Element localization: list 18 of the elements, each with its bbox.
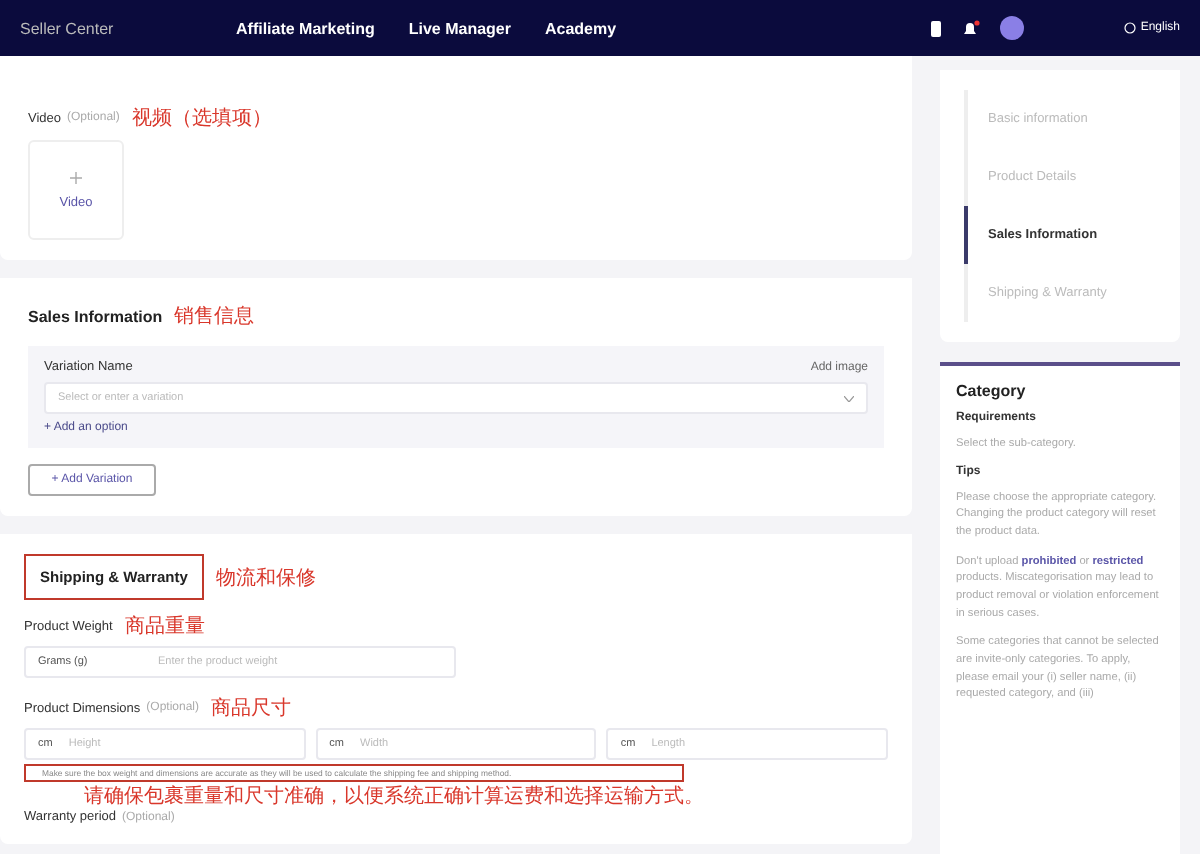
nav-link[interactable]: Live Manager bbox=[408, 19, 511, 37]
brand-name[interactable]: Seller Center bbox=[20, 19, 236, 37]
chevron-down-icon bbox=[844, 395, 854, 401]
annotation-text: 商品重量 bbox=[124, 613, 205, 640]
globe-icon bbox=[1124, 22, 1137, 34]
nav-link[interactable]: Academy bbox=[544, 19, 617, 37]
avatar[interactable] bbox=[1000, 16, 1025, 40]
annotation-text: 商品尺寸 bbox=[211, 695, 292, 722]
nav-link[interactable]: Affiliate Marketing bbox=[236, 19, 375, 37]
phone-icon[interactable] bbox=[930, 19, 943, 37]
section-title: Sales Information bbox=[28, 307, 163, 325]
bell-icon[interactable] bbox=[962, 19, 981, 37]
annotation-text: 物流和保修 bbox=[215, 565, 316, 591]
annotation-text: 请确保包裹重量和尺寸准确，以便系统正确计算运费和选择运输方式。 bbox=[84, 783, 706, 810]
panel-title: Category bbox=[956, 382, 1028, 400]
annotation-text: 销售信息 bbox=[174, 303, 255, 330]
plus-icon bbox=[70, 171, 82, 183]
annotation-text: 视频（选填项） bbox=[131, 105, 272, 132]
